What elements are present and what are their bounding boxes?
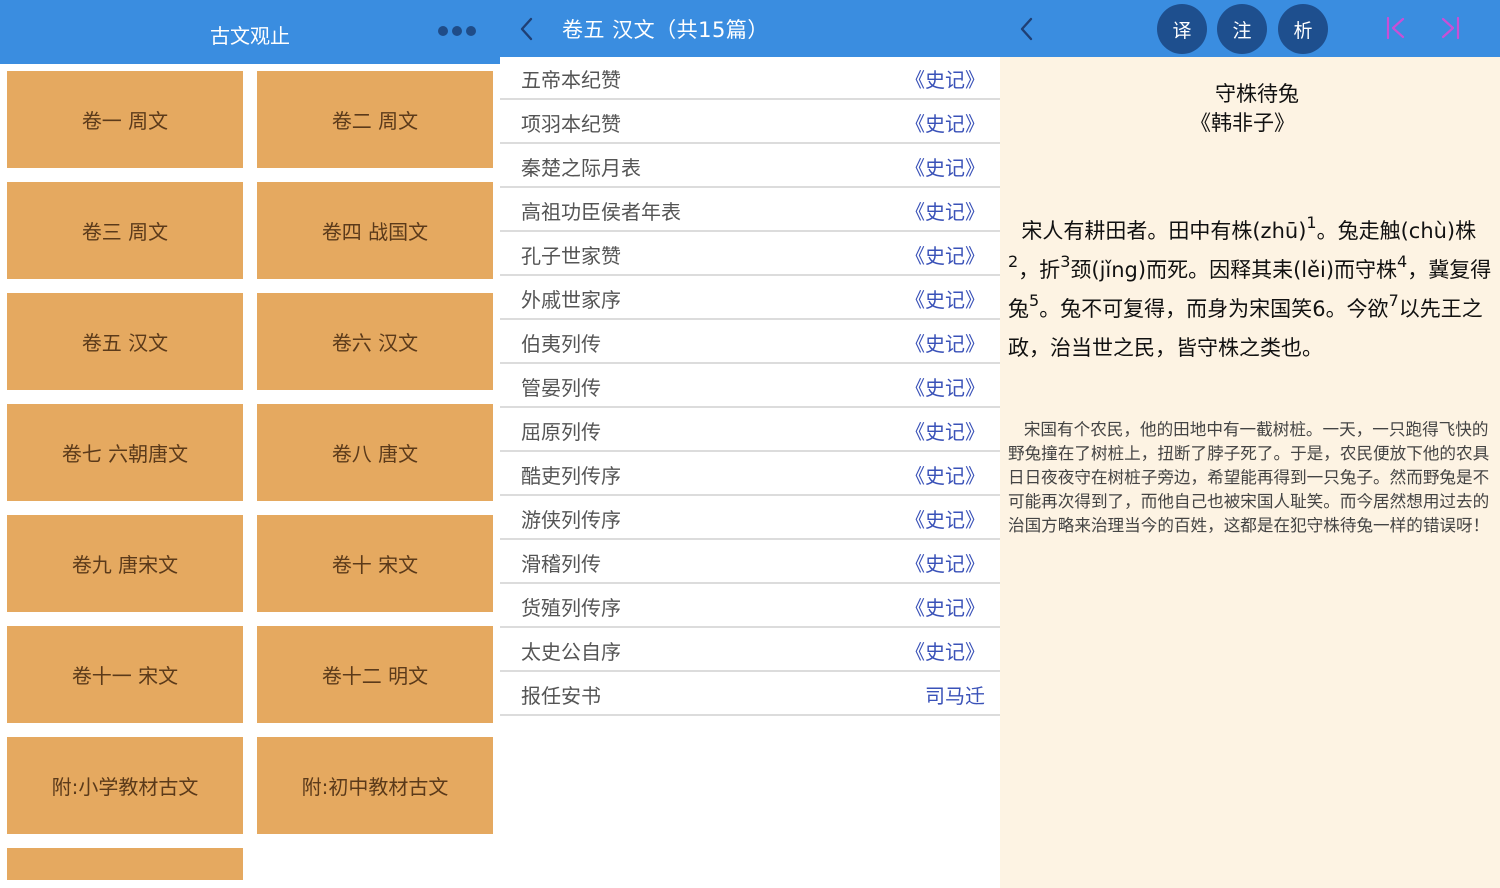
chevron-left-icon[interactable] — [1014, 14, 1040, 44]
list-item[interactable]: 滑稽列传 《史记》 — [500, 540, 1000, 584]
volume-tile[interactable]: 卷十 宋文 — [257, 515, 493, 612]
chapter-source: 《史记》 — [905, 196, 985, 225]
chapter-title: 游侠列传序 — [521, 504, 621, 533]
volume-tile[interactable]: 附:初中教材古文 — [257, 737, 493, 834]
volume-tile[interactable]: 卷四 战国文 — [257, 182, 493, 279]
volume-tile[interactable]: 卷一 周文 — [7, 71, 243, 168]
list-item[interactable]: 管晏列传 《史记》 — [500, 364, 1000, 408]
chapter-title: 项羽本纪赞 — [521, 108, 621, 137]
volume-tile[interactable]: 卷七 六朝唐文 — [7, 404, 243, 501]
article-source: 《韩非子》 — [1190, 107, 1295, 137]
note-marker[interactable]: 2 — [1008, 252, 1018, 271]
list-item[interactable]: 酷吏列传序 《史记》 — [500, 452, 1000, 496]
chapter-source: 《史记》 — [905, 328, 985, 357]
chapter-source: 《史记》 — [905, 504, 985, 533]
chapter-title: 滑稽列传 — [521, 548, 601, 577]
list-item[interactable]: 项羽本纪赞 《史记》 — [500, 100, 1000, 144]
chapter-title: 太史公自序 — [521, 636, 621, 665]
list-item[interactable]: 外戚世家序 《史记》 — [500, 276, 1000, 320]
analyze-button[interactable]: 析 — [1278, 4, 1328, 54]
volume-tile[interactable]: 附:小学教材古文 — [7, 737, 243, 834]
note-marker[interactable]: 1 — [1306, 213, 1316, 232]
chapter-source: 《史记》 — [905, 592, 985, 621]
annotate-button[interactable]: 注 — [1217, 4, 1267, 54]
chapter-source: 《史记》 — [905, 548, 985, 577]
article-title: 守株待兔 — [1215, 78, 1299, 108]
top-bar: 古文观止 — [0, 0, 500, 64]
list-item[interactable]: 秦楚之际月表 《史记》 — [500, 144, 1000, 188]
volume-tile[interactable]: 卷八 唐文 — [257, 404, 493, 501]
list-item[interactable]: 伯夷列传 《史记》 — [500, 320, 1000, 364]
list-item[interactable]: 孔子世家赞 《史记》 — [500, 232, 1000, 276]
volume-tile[interactable]: 卷五 汉文 — [7, 293, 243, 390]
chapter-source: 司马迁 — [925, 680, 985, 709]
chapter-title: 秦楚之际月表 — [521, 152, 641, 181]
volume-tile[interactable]: 卷十二 明文 — [257, 626, 493, 723]
volume-list-screen: 古文观止 卷一 周文 卷二 周文 卷三 周文 卷四 战国文 卷五 汉文 卷六 汉… — [0, 0, 500, 888]
list-item[interactable]: 高祖功臣侯者年表 《史记》 — [500, 188, 1000, 232]
chapter-source: 《史记》 — [905, 108, 985, 137]
chapter-source: 《史记》 — [905, 240, 985, 269]
chapter-title: 五帝本纪赞 — [521, 64, 621, 93]
list-item[interactable]: 屈原列传 《史记》 — [500, 408, 1000, 452]
translation-text: 宋国有个农民，他的田地中有一截树桩。一天，一只跑得飞快的野兔撞在了树桩上，扭断了… — [1008, 418, 1494, 538]
volume-title: 卷五 汉文（共15篇） — [562, 14, 769, 44]
volume-tile[interactable]: 卷九 唐宋文 — [7, 515, 243, 612]
article-reader-screen: 译 注 析 守株待兔 《韩非子》 宋人有耕田者。田中有株(zhū)1。兔走触(c… — [1000, 0, 1500, 888]
note-marker[interactable]: 5 — [1029, 291, 1039, 310]
list-item[interactable]: 太史公自序 《史记》 — [500, 628, 1000, 672]
chapter-source: 《史记》 — [905, 416, 985, 445]
chapter-title: 管晏列传 — [521, 372, 601, 401]
chapter-title: 孔子世家赞 — [521, 240, 621, 269]
chapter-title: 外戚世家序 — [521, 284, 621, 313]
volume-tile[interactable] — [7, 848, 243, 880]
chevron-left-icon[interactable] — [514, 14, 540, 44]
chapter-source: 《史记》 — [905, 152, 985, 181]
note-marker[interactable]: 3 — [1060, 252, 1070, 271]
chapter-source: 《史记》 — [905, 636, 985, 665]
list-item[interactable]: 五帝本纪赞 《史记》 — [500, 56, 1000, 100]
chapter-title: 酷吏列传序 — [521, 460, 621, 489]
volume-tile[interactable]: 卷二 周文 — [257, 71, 493, 168]
volume-tile[interactable]: 卷六 汉文 — [257, 293, 493, 390]
chapter-source: 《史记》 — [905, 460, 985, 489]
top-bar: 卷五 汉文（共15篇） — [500, 0, 1000, 57]
app-title: 古文观止 — [0, 20, 500, 49]
list-item[interactable]: 货殖列传序 《史记》 — [500, 584, 1000, 628]
note-marker[interactable]: 7 — [1389, 291, 1399, 310]
more-dots-icon[interactable] — [438, 26, 482, 38]
chapter-title: 伯夷列传 — [521, 328, 601, 357]
list-item[interactable]: 游侠列传序 《史记》 — [500, 496, 1000, 540]
skip-last-icon[interactable] — [1438, 14, 1462, 42]
volume-tile[interactable]: 卷十一 宋文 — [7, 626, 243, 723]
translate-button[interactable]: 译 — [1157, 4, 1207, 54]
note-marker[interactable]: 6 — [1312, 297, 1325, 321]
chapter-title: 屈原列传 — [521, 416, 601, 445]
skip-first-icon[interactable] — [1384, 14, 1408, 42]
note-marker[interactable]: 4 — [1397, 252, 1407, 271]
chapter-title: 报任安书 — [521, 680, 601, 709]
chapter-list-screen: 卷五 汉文（共15篇） 五帝本纪赞《史记》 项羽本纪赞《史记》 秦楚之际月表《史… — [500, 0, 1000, 888]
chapter-source: 《史记》 — [905, 284, 985, 313]
top-bar: 译 注 析 — [1000, 0, 1500, 57]
volume-tile[interactable]: 卷三 周文 — [7, 182, 243, 279]
chapter-title: 高祖功臣侯者年表 — [521, 196, 681, 225]
chapter-source: 《史记》 — [905, 64, 985, 93]
chapter-source: 《史记》 — [905, 372, 985, 401]
original-text: 宋人有耕田者。田中有株(zhū)1。兔走触(chù)株2，折3颈(jǐng)而死… — [1008, 212, 1492, 368]
list-item[interactable]: 报任安书 司马迁 — [500, 672, 1000, 716]
chapter-title: 货殖列传序 — [521, 592, 621, 621]
